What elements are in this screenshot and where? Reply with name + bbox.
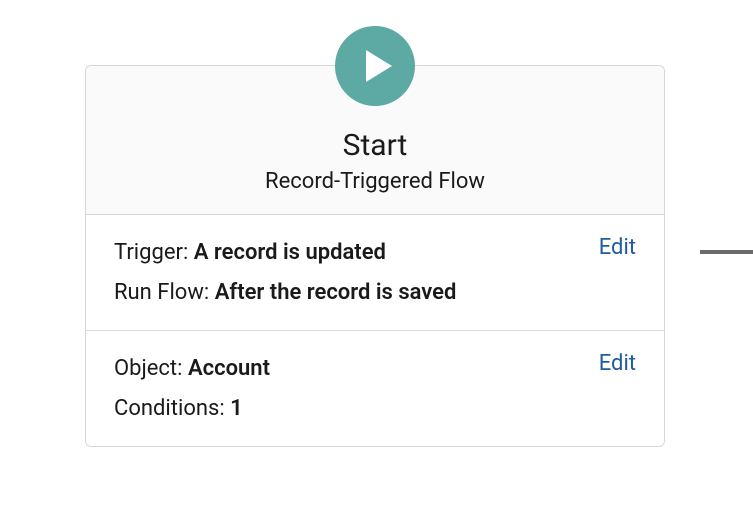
object-value: Account (188, 356, 270, 381)
play-triangle-icon (366, 50, 392, 82)
trigger-section: Trigger: A record is updated Run Flow: A… (86, 215, 664, 331)
conditions-value: 1 (230, 396, 243, 421)
connector-line (700, 250, 753, 254)
run-flow-row: Run Flow: After the record is saved (114, 273, 636, 313)
object-row: Object: Account (114, 349, 636, 389)
run-flow-label: Run Flow: (114, 280, 209, 305)
card-header: Start Record-Triggered Flow (86, 66, 664, 215)
object-section: Object: Account Conditions: 1 Edit (86, 331, 664, 446)
start-node-card: Start Record-Triggered Flow Trigger: A r… (85, 65, 665, 447)
trigger-row: Trigger: A record is updated (114, 233, 636, 273)
node-subtitle: Record-Triggered Flow (106, 169, 644, 194)
edit-trigger-button[interactable]: Edit (599, 235, 636, 260)
play-icon (335, 26, 415, 106)
object-label: Object: (114, 356, 182, 381)
trigger-label: Trigger: (114, 240, 188, 265)
conditions-row: Conditions: 1 (114, 389, 636, 429)
conditions-label: Conditions: (114, 396, 225, 421)
edit-object-button[interactable]: Edit (599, 351, 636, 376)
trigger-value: A record is updated (194, 240, 386, 265)
run-flow-value: After the record is saved (215, 280, 457, 305)
node-title: Start (106, 128, 644, 163)
